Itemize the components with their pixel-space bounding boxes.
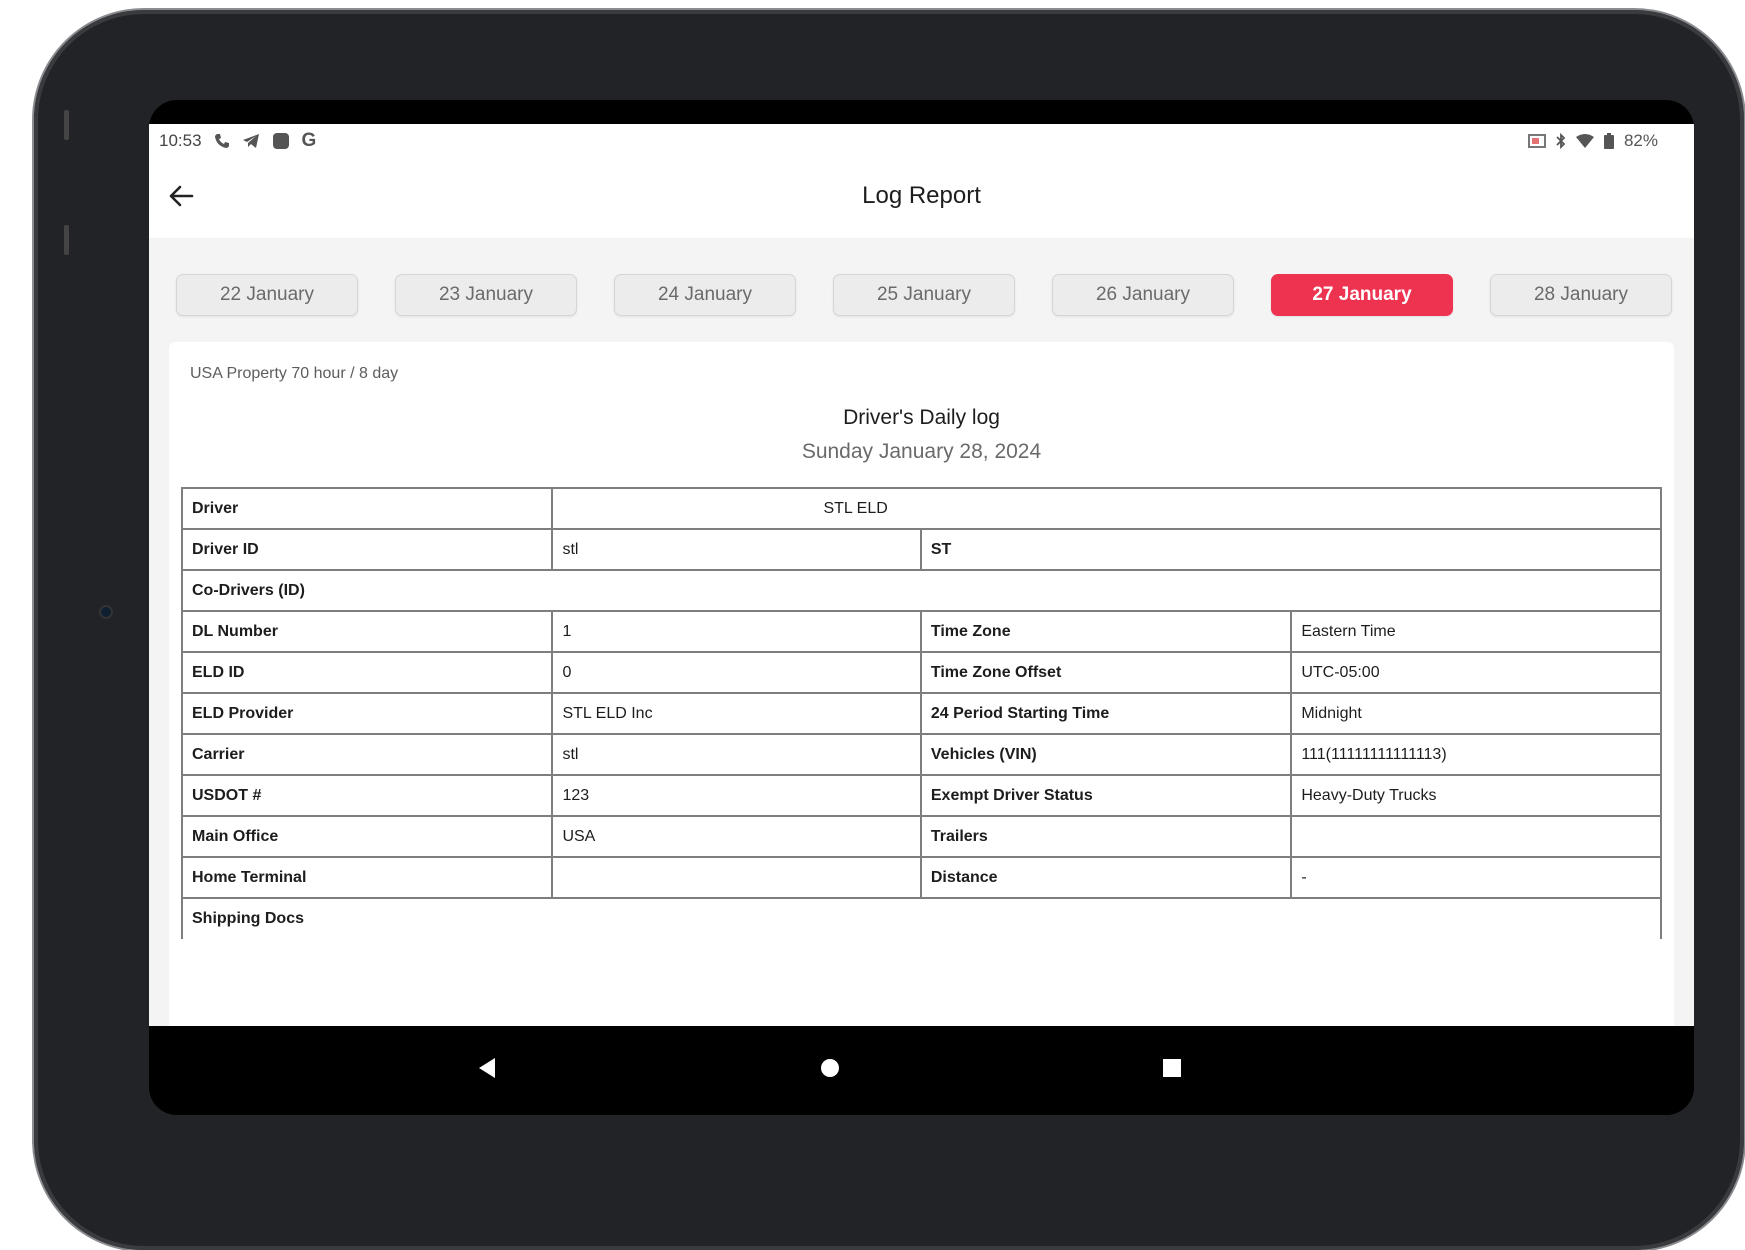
carrier-value: stl xyxy=(551,733,922,776)
nav-recents-button[interactable] xyxy=(1152,1048,1192,1088)
home-terminal-value xyxy=(551,856,922,899)
app-screen: 10:53 G 82% Log Report 22 January 23 Jan… xyxy=(149,124,1694,1026)
tab-25-january[interactable]: 25 January xyxy=(833,274,1015,316)
tab-23-january[interactable]: 23 January xyxy=(395,274,577,316)
google-icon: G xyxy=(301,130,317,151)
vehicles-label: Vehicles (VIN) xyxy=(919,733,1293,776)
tablet-frame: 10:53 G 82% Log Report 22 January 23 Jan… xyxy=(34,10,1744,1250)
daily-log-card: USA Property 70 hour / 8 day Driver's Da… xyxy=(169,342,1674,1026)
vehicles-value: 111(11111111111113) xyxy=(1290,733,1662,776)
eld-id-label: ELD ID xyxy=(180,651,554,694)
app-square-icon xyxy=(272,131,290,151)
eld-provider-value: STL ELD Inc xyxy=(551,692,922,735)
log-title: Driver's Daily log xyxy=(843,406,1000,429)
home-terminal-label: Home Terminal xyxy=(180,856,554,899)
table-row: DL Number 1 Time Zone Eastern Time xyxy=(180,610,1662,653)
table-row: Home Terminal Distance - xyxy=(180,856,1662,899)
home-circle-icon xyxy=(821,1059,839,1077)
screen: 10:53 G 82% Log Report 22 January 23 Jan… xyxy=(149,100,1694,1115)
main-office-value: USA xyxy=(551,815,922,858)
side-button xyxy=(64,110,69,140)
period-start-value: Midnight xyxy=(1290,692,1662,735)
table-row: USDOT # 123 Exempt Driver Status Heavy-D… xyxy=(180,774,1662,817)
ruleset-label: USA Property 70 hour / 8 day xyxy=(190,365,399,382)
battery-icon xyxy=(1603,131,1614,151)
driver-value: STL ELD xyxy=(551,487,1662,530)
time-zone-value: Eastern Time xyxy=(1290,610,1662,653)
tab-28-january[interactable]: 28 January xyxy=(1490,274,1672,316)
distance-label: Distance xyxy=(919,856,1293,899)
time-zone-offset-value: UTC-05:00 xyxy=(1290,651,1662,694)
front-camera xyxy=(99,605,113,619)
battery-percent: 82% xyxy=(1623,131,1658,150)
side-button xyxy=(64,225,69,255)
status-bar: 10:53 G 82% xyxy=(149,124,1694,158)
main-office-label: Main Office xyxy=(180,815,554,858)
table-row: Driver STL ELD xyxy=(180,487,1662,530)
telegram-icon xyxy=(242,131,260,151)
carrier-label: Carrier xyxy=(180,733,554,776)
time-zone-offset-label: Time Zone Offset xyxy=(919,651,1293,694)
bluetooth-icon xyxy=(1556,131,1566,151)
date-tabs: 22 January 23 January 24 January 25 Janu… xyxy=(176,274,1672,318)
phone-icon xyxy=(214,131,230,151)
exempt-status-label: Exempt Driver Status xyxy=(919,774,1293,817)
table-row: Shipping Docs xyxy=(181,897,1662,939)
table-row: ELD Provider STL ELD Inc 24 Period Start… xyxy=(180,692,1662,735)
trailers-label: Trailers xyxy=(919,815,1293,858)
driver-id-value: stl xyxy=(551,528,922,571)
table-row: Driver ID stl ST xyxy=(180,528,1663,571)
dl-number-value: 1 xyxy=(551,610,922,653)
table-row: Co-Drivers (ID) xyxy=(181,569,1662,612)
wifi-icon xyxy=(1575,131,1594,151)
driver-id-label: Driver ID xyxy=(180,528,554,571)
table-row: ELD ID 0 Time Zone Offset UTC-05:00 xyxy=(180,651,1662,694)
co-drivers-label: Co-Drivers (ID) xyxy=(181,569,1662,612)
nav-home-button[interactable] xyxy=(810,1048,850,1088)
period-start-label: 24 Period Starting Time xyxy=(919,692,1293,735)
cast-icon xyxy=(1527,131,1546,151)
tab-27-january[interactable]: 27 January xyxy=(1271,274,1453,316)
exempt-status-value: Heavy-Duty Trucks xyxy=(1290,774,1662,817)
st-label: ST xyxy=(919,528,1663,571)
shipping-docs-label: Shipping Docs xyxy=(181,897,1662,939)
recents-square-icon xyxy=(1163,1059,1181,1077)
tab-24-january[interactable]: 24 January xyxy=(614,274,796,316)
clock: 10:53 xyxy=(159,131,202,150)
usdot-value: 123 xyxy=(551,774,922,817)
distance-value: - xyxy=(1290,856,1662,899)
log-date: Sunday January 28, 2024 xyxy=(801,440,1042,463)
driver-label: Driver xyxy=(180,487,554,530)
usdot-label: USDOT # xyxy=(180,774,554,817)
eld-id-value: 0 xyxy=(551,651,922,694)
eld-provider-label: ELD Provider xyxy=(180,692,554,735)
app-bar: Log Report xyxy=(149,158,1694,238)
table-row: Carrier stl Vehicles (VIN) 111(111111111… xyxy=(180,733,1662,776)
page-title: Log Report xyxy=(862,182,981,209)
driver-info-table: Driver STL ELD Driver ID stl ST Co-Drive… xyxy=(180,487,1663,939)
table-row: Main Office USA Trailers xyxy=(180,815,1662,858)
back-triangle-icon xyxy=(479,1058,495,1078)
time-zone-label: Time Zone xyxy=(919,610,1293,653)
system-nav-bar xyxy=(149,1026,1694,1115)
nav-back-button[interactable] xyxy=(467,1048,507,1088)
tab-22-january[interactable]: 22 January xyxy=(176,274,358,316)
dl-number-label: DL Number xyxy=(180,610,554,653)
tab-26-january[interactable]: 26 January xyxy=(1052,274,1234,316)
trailers-value xyxy=(1290,815,1662,858)
